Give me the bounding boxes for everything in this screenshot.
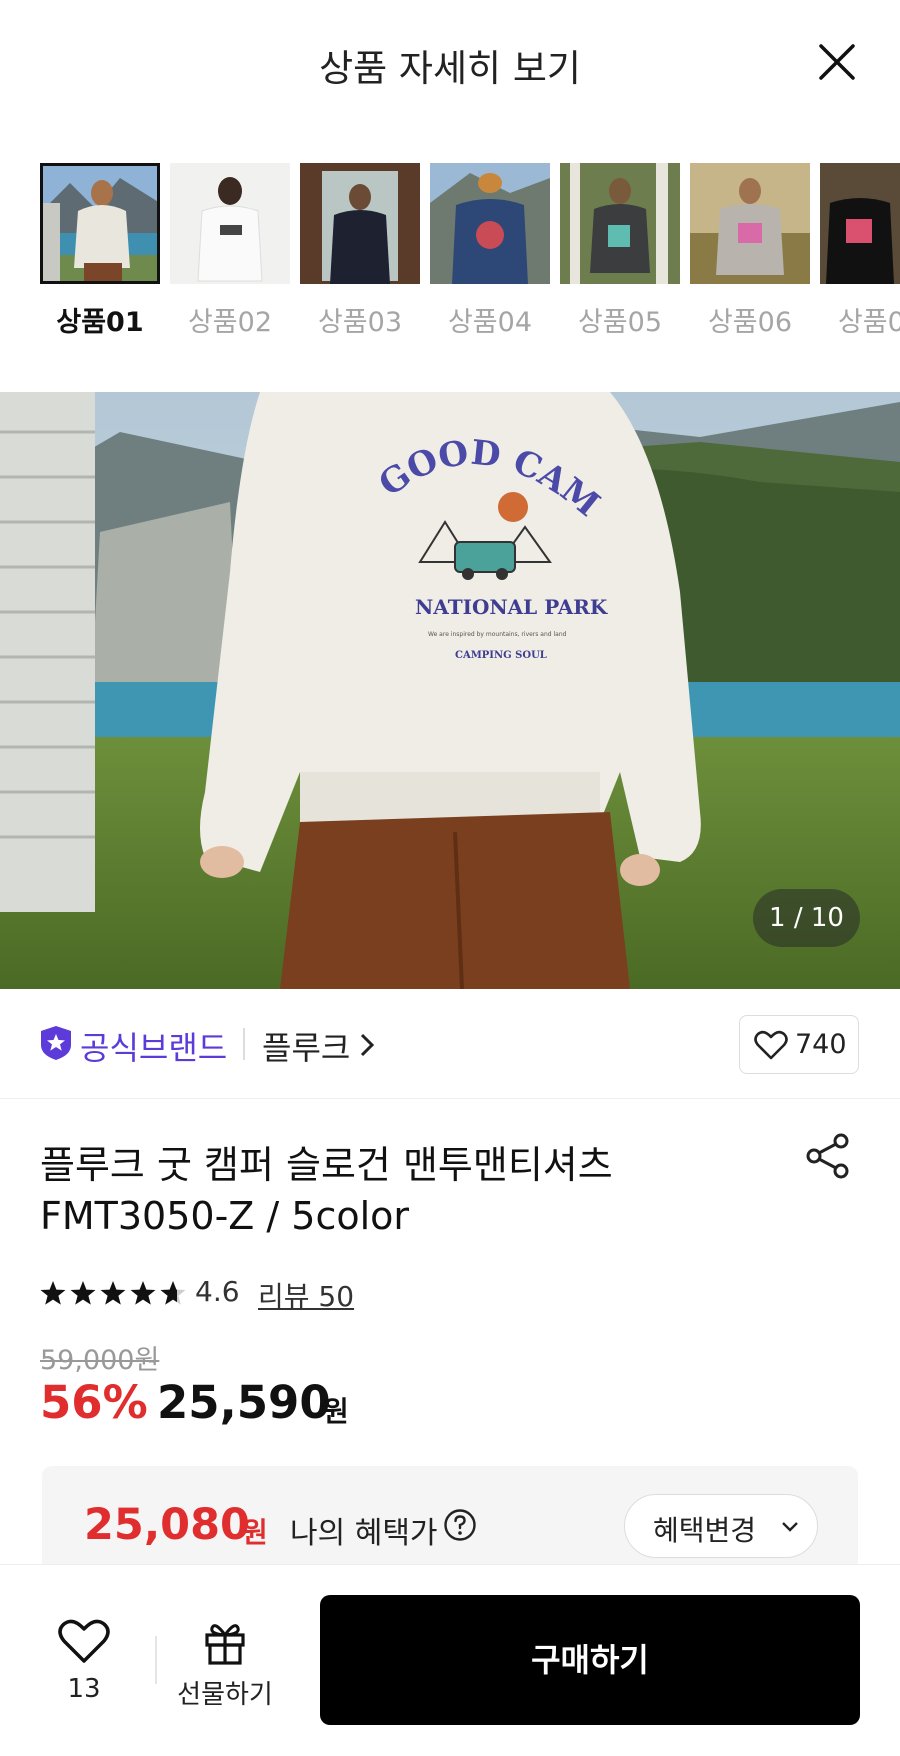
price-currency: 원 bbox=[323, 1395, 349, 1428]
rating-stars bbox=[40, 1281, 186, 1305]
divider bbox=[243, 1028, 245, 1060]
thumbnail-label: 상품02 bbox=[187, 307, 273, 338]
official-brand-icon bbox=[41, 1026, 71, 1060]
thumbnail-image bbox=[560, 163, 680, 284]
thumbnail-02[interactable]: 상품02 bbox=[170, 163, 290, 339]
brand-like-count: 740 bbox=[795, 1029, 847, 1060]
product-title: 플루크 굿 캠퍼 슬로건 맨투맨티셔츠 bbox=[40, 1143, 613, 1187]
benefit-label: 나의 혜택가 bbox=[290, 1516, 438, 1551]
thumbnail-label: 상품04 bbox=[447, 307, 533, 338]
thumbnail-label: 상품06 bbox=[707, 307, 793, 338]
product-title-code: FMT3050-Z / 5color bbox=[40, 1194, 410, 1238]
thumbnail-label: 상품01 bbox=[56, 307, 144, 338]
brand-link[interactable]: 플루크 bbox=[262, 1023, 350, 1069]
official-brand-label: 공식브랜드 bbox=[80, 1029, 228, 1067]
benefit-price: 25,080 bbox=[84, 1500, 250, 1550]
page-title: 상품 자세히 보기 bbox=[319, 47, 581, 90]
close-button[interactable] bbox=[815, 40, 859, 84]
print-text-small: We are inspired by mountains, rivers and… bbox=[428, 631, 567, 638]
brand-like-button[interactable]: 740 bbox=[739, 1015, 859, 1074]
divider bbox=[155, 1636, 157, 1684]
discount-rate: 56% bbox=[40, 1376, 148, 1429]
original-price: 59,000원 bbox=[40, 1345, 160, 1376]
gift-icon[interactable] bbox=[203, 1619, 247, 1665]
benefit-currency: 원 bbox=[242, 1516, 268, 1549]
thumbnail-image bbox=[170, 163, 290, 284]
like-count: 13 bbox=[67, 1674, 101, 1704]
thumbnail-strip[interactable]: 상품01 상품02 상품03 상품04 상품05 상품06 상품0 bbox=[40, 163, 900, 343]
rating-value: 4.6 bbox=[195, 1275, 240, 1308]
change-benefit-label: 혜택변경 bbox=[653, 1514, 757, 1547]
close-icon bbox=[819, 44, 855, 80]
thumbnail-06[interactable]: 상품06 bbox=[690, 163, 810, 339]
image-counter: 1 / 10 bbox=[753, 889, 860, 947]
change-benefit-button[interactable]: 혜택변경 bbox=[624, 1494, 818, 1558]
thumbnail-01[interactable]: 상품01 bbox=[40, 163, 160, 339]
heart-icon[interactable] bbox=[58, 1618, 110, 1664]
thumbnail-image bbox=[430, 163, 550, 284]
thumbnail-04[interactable]: 상품04 bbox=[430, 163, 550, 339]
buy-button[interactable]: 구매하기 bbox=[320, 1595, 860, 1725]
header: 상품 자세히 보기 bbox=[0, 0, 900, 125]
thumbnail-image bbox=[690, 163, 810, 284]
thumbnail-image bbox=[300, 163, 420, 284]
review-link[interactable]: 리뷰 50 bbox=[258, 1275, 354, 1315]
thumbnail-label: 상품05 bbox=[577, 307, 663, 338]
thumbnail-image bbox=[40, 163, 160, 284]
help-icon[interactable] bbox=[443, 1508, 477, 1542]
print-text-middle: NATIONAL PARK bbox=[415, 595, 608, 619]
share-icon[interactable] bbox=[805, 1133, 851, 1179]
thumbnail-image bbox=[820, 163, 900, 284]
thumbnail-03[interactable]: 상품03 bbox=[300, 163, 420, 339]
sale-price: 25,590 bbox=[157, 1376, 331, 1429]
chevron-down-icon bbox=[782, 1522, 798, 1532]
thumbnail-07[interactable]: 상품07 bbox=[820, 163, 900, 339]
chevron-right-icon[interactable] bbox=[359, 1032, 375, 1058]
gift-label[interactable]: 선물하기 bbox=[170, 1674, 280, 1711]
thumbnail-label: 상품07 bbox=[837, 307, 900, 338]
heart-icon bbox=[754, 1030, 788, 1060]
thumbnail-05[interactable]: 상품05 bbox=[560, 163, 680, 339]
thumbnail-label: 상품03 bbox=[317, 307, 403, 338]
print-text-bottom: CAMPING SOUL bbox=[455, 650, 547, 661]
